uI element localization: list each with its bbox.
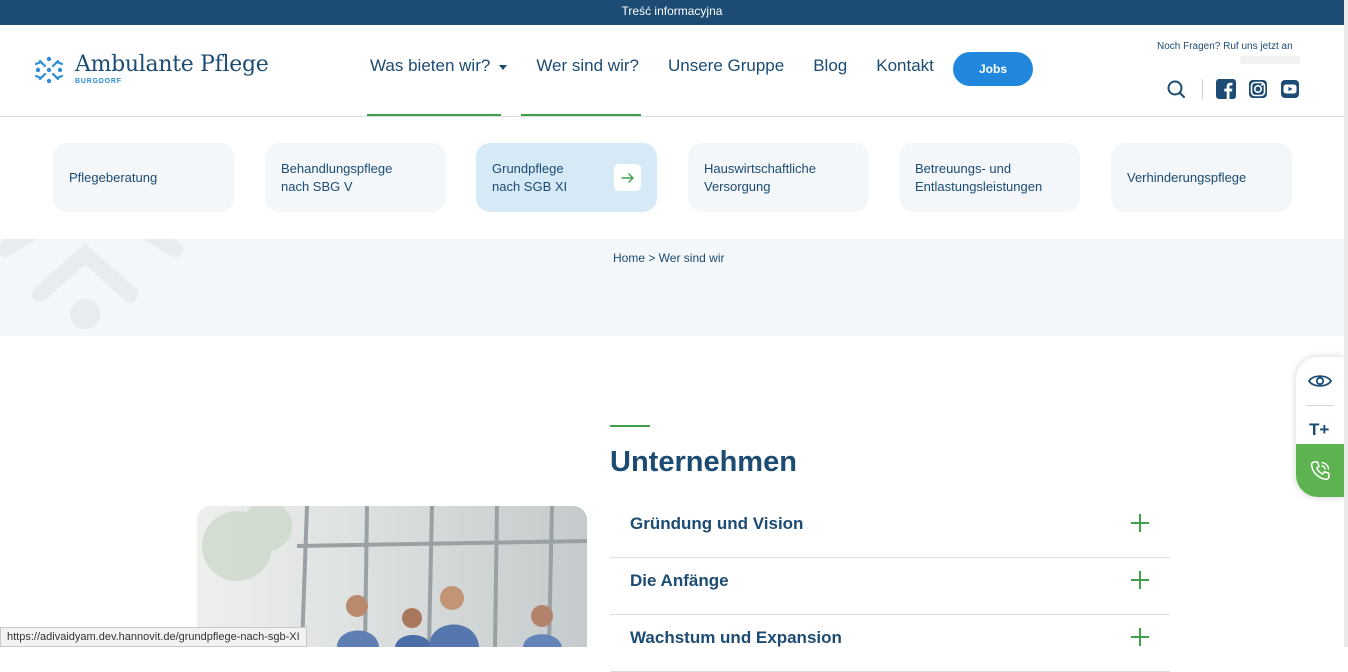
accordion-item[interactable]: Gründung und Vision [610, 501, 1170, 558]
plus-icon[interactable] [1130, 513, 1150, 533]
chevron-down-icon [499, 64, 508, 70]
subnav-card-grundpflege[interactable]: Grundpflege nach SGB XI [476, 143, 657, 212]
nav-blog[interactable]: Blog [813, 56, 847, 76]
instagram-icon[interactable] [1248, 79, 1268, 99]
eye-icon[interactable] [1308, 373, 1332, 389]
decorative-logo-watermark [0, 239, 183, 329]
card-line2: Versorgung [704, 178, 771, 194]
logo-mark-icon [34, 56, 64, 84]
plus-icon[interactable] [1130, 570, 1150, 590]
subnav-card-behandlungspflege[interactable]: Behandlungspflege nach SBG V [265, 143, 446, 212]
section-accent-line [610, 425, 650, 427]
text-size-button[interactable]: T+ [1309, 420, 1329, 440]
phone-number-redacted [1240, 56, 1300, 64]
service-subnav: Pflegeberatung Behandlungspflege nach SB… [0, 117, 1344, 239]
team-photo [197, 506, 587, 647]
card-line1: Grundpflege [492, 160, 564, 176]
info-bar-text: Treść informacyjna [621, 4, 723, 18]
jobs-button[interactable]: Jobs [953, 52, 1033, 86]
phone-icon [1310, 460, 1330, 480]
contact-note: Noch Fragen? Ruf uns jetzt an [1157, 41, 1293, 52]
accordion-label: Gründung und Vision [630, 514, 804, 533]
youtube-icon[interactable] [1280, 79, 1300, 99]
subnav-card-pflegeberatung[interactable]: Pflegeberatung [53, 143, 234, 212]
card-line2: Entlastungsleistungen [915, 178, 1043, 194]
accordion-label: Wachstum und Expansion [630, 628, 842, 647]
card-line1: Hauswirtschaftliche [704, 160, 816, 176]
accessibility-widget: T+ [1296, 357, 1344, 497]
logo-title: Ambulante Pflege [75, 52, 269, 77]
main-nav: Was bieten wir? Wer sind wir? Unsere Gru… [370, 56, 963, 76]
card-line2: nach SGB XI [492, 178, 568, 194]
facebook-icon[interactable] [1216, 79, 1236, 99]
card-line2: nach SBG V [281, 178, 353, 194]
header-icons [1166, 79, 1312, 99]
arrow-right-icon [614, 164, 641, 191]
card-line1: Pflegeberatung [69, 169, 158, 185]
page-hero: Home > Wer sind wir [0, 239, 1344, 336]
nav-unsere-gruppe[interactable]: Unsere Gruppe [668, 56, 784, 76]
section-title: Unternehmen [610, 446, 797, 478]
card-line1: Betreuungs- und [915, 160, 1012, 176]
nav-label: Was bieten wir? [370, 56, 491, 75]
browser-status-url: https://adivaidyam.dev.hannovit.de/grund… [0, 627, 307, 647]
accordion-item[interactable]: Wachstum und Expansion [610, 615, 1170, 672]
logo[interactable]: Ambulante Pflege BURGDORF [32, 52, 269, 87]
divider [1306, 405, 1334, 406]
nav-kontakt[interactable]: Kontakt [876, 56, 934, 76]
subnav-card-betreuung[interactable]: Betreuungs- und Entlastungsleistungen [899, 143, 1080, 212]
card-line1: Verhinderungspflege [1127, 169, 1247, 185]
subnav-card-verhinderungspflege[interactable]: Verhinderungspflege [1111, 143, 1292, 212]
accordion-item[interactable]: Die Anfänge [610, 558, 1170, 615]
logo-subtitle: BURGDORF [75, 78, 122, 85]
accordion-label: Die Anfänge [630, 571, 729, 590]
divider [1202, 79, 1203, 99]
nav-was-bieten-wir[interactable]: Was bieten wir? [370, 56, 508, 76]
plus-icon[interactable] [1130, 627, 1150, 647]
nav-active-underline [521, 114, 641, 116]
search-icon[interactable] [1166, 79, 1186, 99]
breadcrumb[interactable]: Home > Wer sind wir [613, 251, 724, 265]
page-scrollbar[interactable] [1344, 0, 1348, 647]
info-bar: Treść informacyjna [0, 0, 1344, 25]
card-line1: Behandlungspflege [281, 160, 393, 176]
nav-active-underline [367, 114, 501, 116]
subnav-card-hauswirtschaft[interactable]: Hauswirtschaftliche Versorgung [688, 143, 869, 212]
call-button[interactable] [1296, 444, 1344, 497]
site-header: Ambulante Pflege BURGDORF Was bieten wir… [0, 25, 1344, 117]
nav-wer-sind-wir[interactable]: Wer sind wir? [536, 56, 639, 76]
